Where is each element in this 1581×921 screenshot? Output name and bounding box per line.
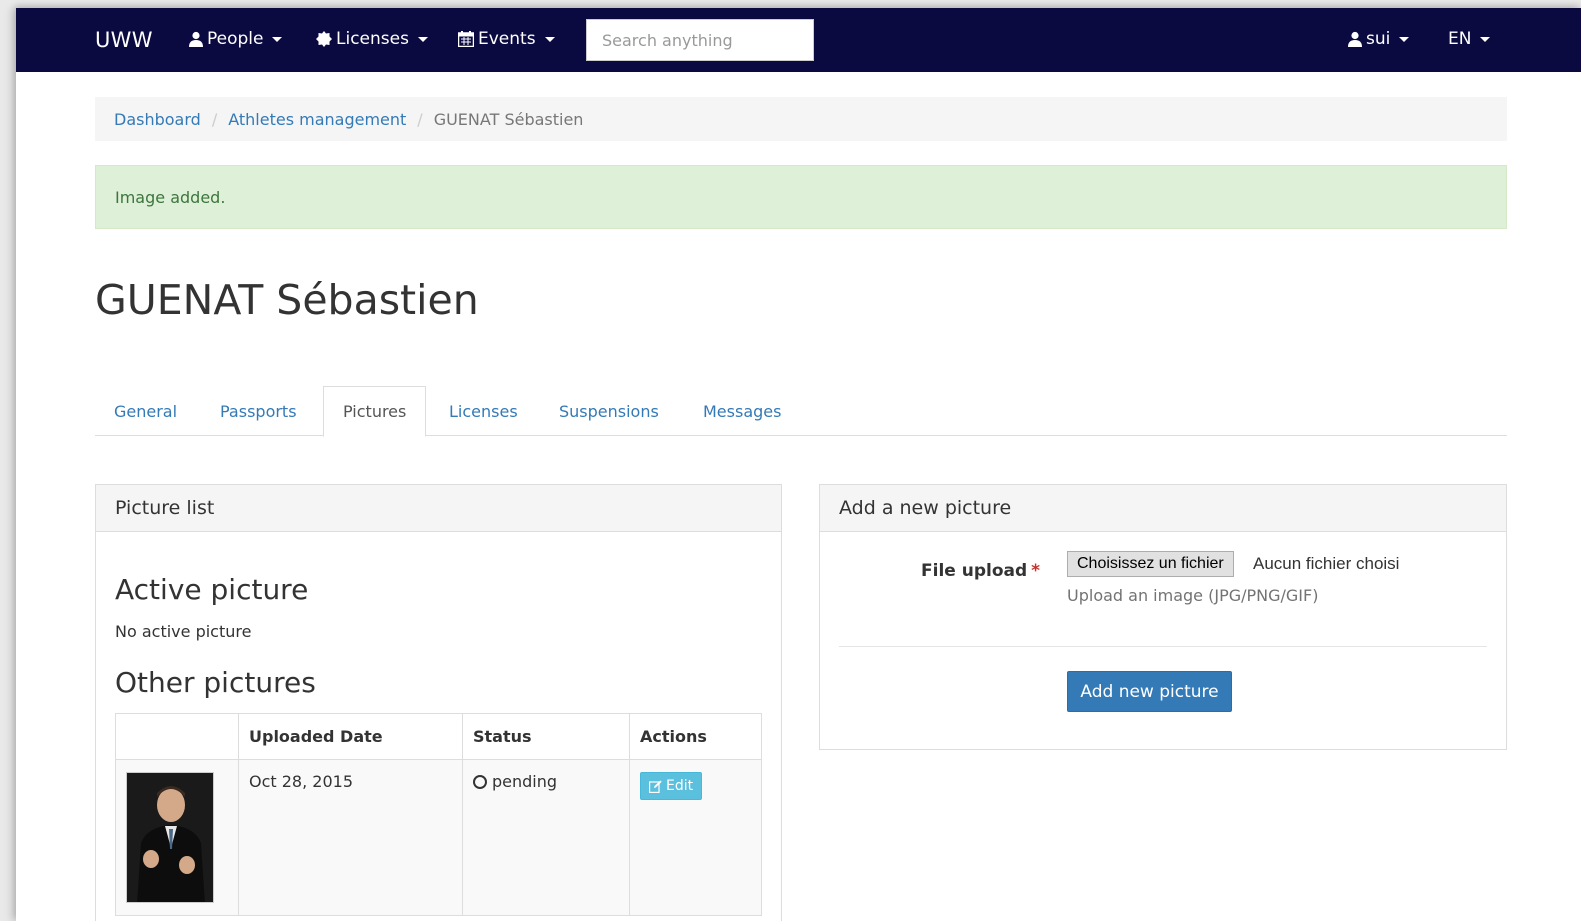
edit-button-label: Edit xyxy=(666,778,694,794)
status-text: pending xyxy=(492,772,558,791)
file-upload-help: Upload an image (JPG/PNG/GIF) xyxy=(1067,586,1319,605)
breadcrumb-separator: / xyxy=(211,109,218,129)
success-alert: Image added. xyxy=(95,165,1507,229)
column-header-thumbnail xyxy=(115,713,239,760)
breadcrumb: Dashboard / Athletes management / GUENAT… xyxy=(95,97,1507,141)
alert-message: Image added. xyxy=(115,187,226,207)
nav-user-menu[interactable]: sui xyxy=(1348,29,1410,49)
chevron-down-icon xyxy=(1480,36,1491,42)
breadcrumb-separator: / xyxy=(417,109,423,129)
nav-licenses[interactable]: Licenses xyxy=(316,29,428,49)
chevron-down-icon xyxy=(1399,36,1410,42)
table-row: Oct 28, 2015 pending Edit xyxy=(115,759,762,916)
column-header-date: Uploaded Date xyxy=(238,713,463,760)
tab-messages[interactable]: Messages xyxy=(684,386,800,437)
tab-general[interactable]: General xyxy=(95,386,196,437)
uploaded-date-cell: Oct 28, 2015 xyxy=(238,759,463,916)
no-active-picture-text: No active picture xyxy=(115,622,252,641)
nav-language[interactable]: EN xyxy=(1448,29,1491,49)
tab-passports[interactable]: Passports xyxy=(201,386,316,437)
athlete-photo-image xyxy=(127,773,213,902)
actions-cell: Edit xyxy=(629,759,762,916)
breadcrumb-current: GUENAT Sébastien xyxy=(433,109,584,129)
chevron-down-icon xyxy=(272,36,283,42)
column-header-status: Status xyxy=(462,713,630,760)
add-picture-heading: Add a new picture xyxy=(820,485,1506,532)
user-icon xyxy=(189,31,203,47)
edit-icon xyxy=(649,780,662,793)
nav-events[interactable]: Events xyxy=(458,29,555,49)
nav-events-label: Events xyxy=(478,29,536,49)
calendar-icon xyxy=(458,31,474,47)
add-new-picture-button[interactable]: Add new picture xyxy=(1067,671,1232,712)
other-pictures-title: Other pictures xyxy=(115,666,316,699)
column-header-actions: Actions xyxy=(629,713,762,760)
choose-file-button[interactable]: Choisissez un fichier xyxy=(1067,551,1234,577)
certificate-icon xyxy=(316,31,332,47)
active-picture-title: Active picture xyxy=(115,573,309,606)
table-header-row: Uploaded Date Status Actions xyxy=(115,713,762,760)
thumbnail-cell xyxy=(115,759,239,916)
form-divider xyxy=(839,646,1487,647)
tab-suspensions[interactable]: Suspensions xyxy=(540,386,678,437)
nav-licenses-label: Licenses xyxy=(336,29,409,49)
nav-people-label: People xyxy=(207,29,264,49)
pictures-table: Uploaded Date Status Actions Oct 28, 201… xyxy=(115,713,762,916)
tab-pictures[interactable]: Pictures xyxy=(323,386,427,437)
nav-people[interactable]: People xyxy=(189,29,283,49)
circle-outline-icon xyxy=(473,775,487,789)
breadcrumb-dashboard[interactable]: Dashboard xyxy=(114,110,201,129)
top-navbar: UWW People Licenses Events sui EN xyxy=(16,8,1581,72)
status-cell: pending xyxy=(462,759,630,916)
page-title: GUENAT Sébastien xyxy=(95,276,479,324)
profile-tabs: General Passports Pictures Licenses Susp… xyxy=(95,386,1507,437)
user-icon xyxy=(1348,31,1362,47)
brand-logo[interactable]: UWW xyxy=(95,28,153,52)
picture-list-heading: Picture list xyxy=(96,485,781,532)
edit-button[interactable]: Edit xyxy=(640,772,703,800)
picture-list-panel: Picture list Active picture No active pi… xyxy=(95,484,782,921)
add-picture-panel: Add a new picture File upload * Choisisse… xyxy=(819,484,1507,750)
chevron-down-icon xyxy=(544,36,555,42)
athlete-thumbnail[interactable] xyxy=(126,772,214,903)
search-input[interactable] xyxy=(586,19,814,61)
chevron-down-icon xyxy=(417,36,428,42)
required-marker: * xyxy=(1031,561,1041,581)
nav-user-label: sui xyxy=(1366,29,1391,49)
nav-language-label: EN xyxy=(1448,29,1472,49)
breadcrumb-athletes[interactable]: Athletes management xyxy=(228,110,406,129)
browser-window: UWW People Licenses Events sui EN D xyxy=(16,8,1581,921)
file-status-text: Aucun fichier choisi xyxy=(1253,554,1400,573)
tab-licenses[interactable]: Licenses xyxy=(430,386,537,437)
file-upload-label: File upload * xyxy=(921,561,1040,581)
file-upload-label-text: File upload xyxy=(921,561,1028,581)
